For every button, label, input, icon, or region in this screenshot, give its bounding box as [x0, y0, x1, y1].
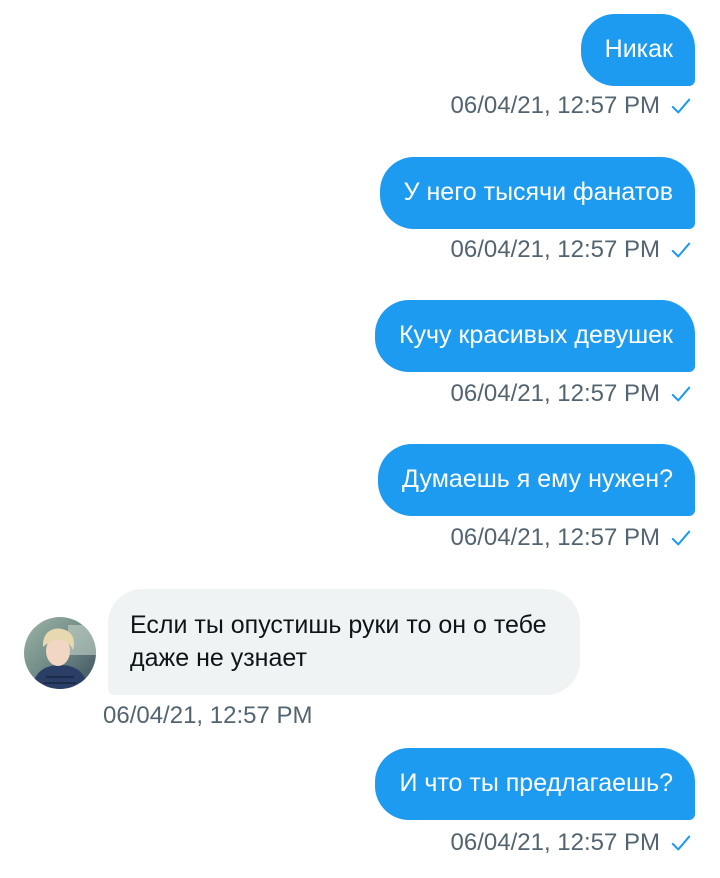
message-timestamp: 06/04/21, 12:57 PM: [451, 829, 692, 857]
incoming-message-bubble[interactable]: Если ты опустишь руки то он о тебе даже …: [108, 589, 580, 695]
avatar-image: [24, 617, 96, 689]
message-timestamp: 06/04/21, 12:57 PM: [451, 380, 692, 408]
checkmark-icon: [671, 242, 691, 258]
message-timestamp: 06/04/21, 12:57 PM: [451, 236, 692, 264]
message-text: Если ты опустишь руки то он о тебе даже …: [130, 611, 547, 672]
outgoing-message-bubble[interactable]: Думаешь я ему нужен?: [378, 444, 695, 516]
outgoing-message-bubble[interactable]: Никак: [580, 14, 695, 86]
message-timestamp: 06/04/21, 12:57 PM: [451, 524, 692, 552]
message-thread: Никак 06/04/21, 12:57 PM У него тысячи ф…: [0, 0, 720, 878]
outgoing-message-bubble[interactable]: И что ты предлагаешь?: [375, 748, 695, 820]
timestamp-text: 06/04/21, 12:57 PM: [450, 524, 660, 551]
message-text: Никак: [604, 35, 673, 63]
message-text: Думаешь я ему нужен?: [402, 465, 673, 493]
checkmark-icon: [671, 386, 691, 402]
timestamp-text: 06/04/21, 12:57 PM: [450, 380, 660, 407]
message-text: У него тысячи фанатов: [403, 178, 673, 206]
contact-avatar[interactable]: [24, 617, 96, 689]
outgoing-message-bubble[interactable]: У него тысячи фанатов: [379, 157, 695, 229]
timestamp-text: 06/04/21, 12:57 PM: [450, 829, 660, 856]
message-text: И что ты предлагаешь?: [399, 769, 673, 797]
timestamp-text: 06/04/21, 12:57 PM: [103, 702, 313, 729]
message-timestamp: 06/04/21, 12:57 PM: [451, 92, 692, 120]
outgoing-message-bubble[interactable]: Кучу красивых девушек: [374, 300, 695, 372]
checkmark-icon: [671, 530, 691, 546]
timestamp-text: 06/04/21, 12:57 PM: [450, 92, 660, 119]
message-text: Кучу красивых девушек: [398, 321, 673, 349]
message-timestamp: 06/04/21, 12:57 PM: [103, 702, 312, 730]
checkmark-icon: [671, 835, 691, 851]
checkmark-icon: [671, 98, 691, 114]
timestamp-text: 06/04/21, 12:57 PM: [450, 236, 660, 263]
